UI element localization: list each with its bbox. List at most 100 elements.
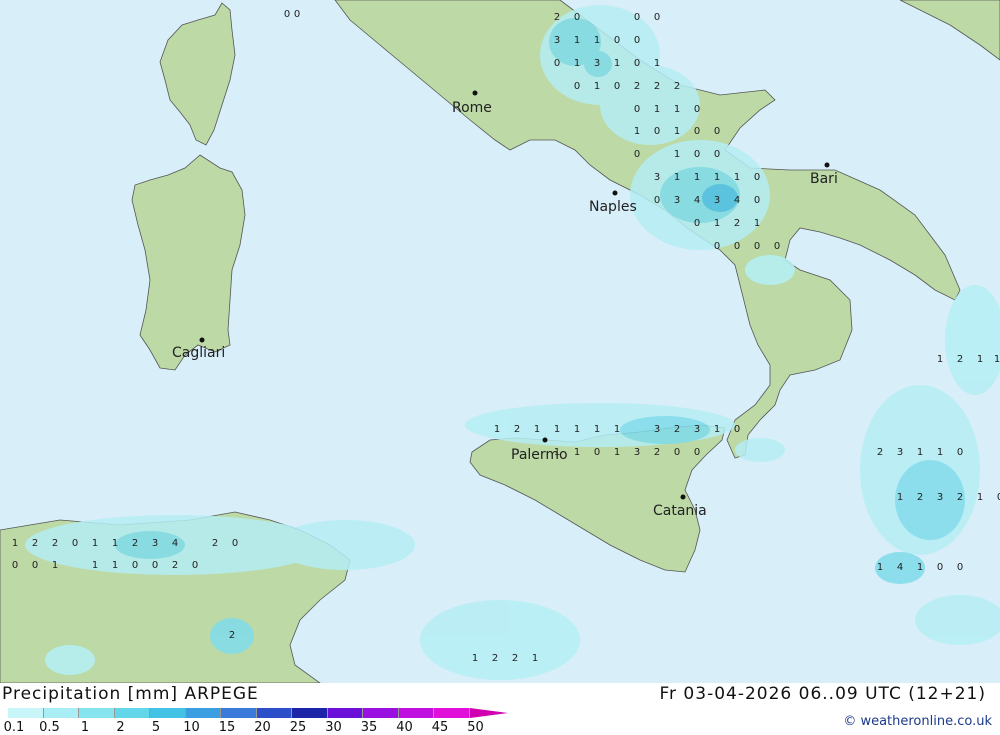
value-label: 1 [714, 218, 720, 229]
value-label: 1 [594, 35, 600, 46]
value-label: 0 [754, 195, 760, 206]
value-label: 1 [754, 218, 760, 229]
value-label: 1 [977, 492, 983, 503]
legend-swatch [114, 708, 150, 718]
value-label: 1 [714, 172, 720, 183]
value-label: 1 [897, 492, 903, 503]
value-label: 2 [917, 492, 923, 503]
value-label: 2 [32, 538, 38, 549]
value-label: 2 [229, 630, 235, 641]
precipitation-map: Rome Naples Bari Cagliari Palermo Catani… [0, 0, 1000, 683]
legend-swatch [8, 708, 44, 718]
value-label: 1 [937, 354, 943, 365]
city-dot-palermo [542, 437, 548, 443]
value-label: 2 [877, 447, 883, 458]
value-label: 1 [494, 424, 500, 435]
value-label: 0 [634, 35, 640, 46]
value-label: 3 [654, 424, 660, 435]
value-label: 1 [52, 560, 58, 571]
value-label: 2 [514, 424, 520, 435]
precip-area [275, 520, 415, 570]
value-label: 1 [574, 58, 580, 69]
value-label: 0 [614, 81, 620, 92]
legend-swatch [292, 708, 328, 718]
value-label: 1 [594, 424, 600, 435]
value-label: 1 [574, 447, 580, 458]
value-label: 0 [232, 538, 238, 549]
value-label: 1 [614, 424, 620, 435]
precip-area [745, 255, 795, 285]
legend-swatch [43, 708, 79, 718]
value-label: 3 [694, 424, 700, 435]
credit-link[interactable]: © weatheronline.co.uk [843, 714, 992, 729]
value-label: 0 [634, 12, 640, 23]
value-label: 2 [654, 447, 660, 458]
value-label: 4 [897, 562, 903, 573]
value-label: 0 [72, 538, 78, 549]
color-legend [8, 708, 508, 718]
value-label: 0 [654, 195, 660, 206]
value-label: 0 [574, 81, 580, 92]
precip-area [420, 600, 580, 680]
value-label: 2 [734, 218, 740, 229]
value-label: 1 [594, 81, 600, 92]
city-dot-cagliari [199, 337, 205, 343]
value-label: 2 [212, 538, 218, 549]
value-label: 1 [554, 447, 560, 458]
value-label: 0 [714, 126, 720, 137]
value-label: 0 [574, 12, 580, 23]
value-label: 0 [694, 149, 700, 160]
value-label: 0 [294, 9, 300, 20]
value-label: 0 [957, 562, 963, 573]
city-label-bari: Bari [810, 171, 838, 187]
legend-swatch [185, 708, 221, 718]
value-label: 0 [674, 447, 680, 458]
value-label: 2 [634, 81, 640, 92]
value-label: 2 [554, 12, 560, 23]
legend-swatch [256, 708, 292, 718]
value-label: 0 [734, 241, 740, 252]
city-dot-bari [824, 162, 830, 168]
value-label: 1 [714, 424, 720, 435]
map-title: Precipitation [mm] ARPEGE [2, 684, 259, 704]
value-label: 0 [714, 149, 720, 160]
value-label: 1 [534, 424, 540, 435]
value-label: 3 [674, 195, 680, 206]
footer: Precipitation [mm] ARPEGE Fr 03-04-2026 … [0, 683, 1000, 735]
value-label: 1 [674, 126, 680, 137]
city-label-catania: Catania [653, 503, 707, 519]
city-dot-catania [680, 494, 686, 500]
value-label: 0 [554, 58, 560, 69]
value-label: 2 [957, 354, 963, 365]
legend-swatch [79, 708, 115, 718]
value-label: 0 [152, 560, 158, 571]
value-label: 2 [674, 81, 680, 92]
value-label: 0 [634, 104, 640, 115]
value-label: 2 [957, 492, 963, 503]
value-label: 1 [994, 354, 1000, 365]
value-label: 1 [694, 172, 700, 183]
value-label: 1 [917, 562, 923, 573]
value-label: 1 [12, 538, 18, 549]
value-label: 1 [574, 424, 580, 435]
value-label: 0 [774, 241, 780, 252]
value-label: 0 [594, 447, 600, 458]
value-label: 0 [957, 447, 963, 458]
value-label: 0 [614, 35, 620, 46]
value-label: 1 [554, 424, 560, 435]
city-dot-rome [472, 90, 478, 96]
value-label: 0 [754, 172, 760, 183]
value-label: 0 [12, 560, 18, 571]
value-label: 1 [92, 538, 98, 549]
value-label: 0 [694, 104, 700, 115]
legend-swatch [363, 708, 399, 718]
value-label: 0 [284, 9, 290, 20]
legend-swatch [327, 708, 363, 718]
city-dot-naples [612, 190, 618, 196]
legend-ticks: 0.1 0.5 1 2 5 10 15 20 25 30 35 40 45 50 [0, 720, 560, 735]
city-label-rome: Rome [452, 100, 492, 116]
value-label: 0 [754, 241, 760, 252]
value-label: 3 [634, 447, 640, 458]
value-label: 1 [532, 653, 538, 664]
value-label: 0 [694, 218, 700, 229]
